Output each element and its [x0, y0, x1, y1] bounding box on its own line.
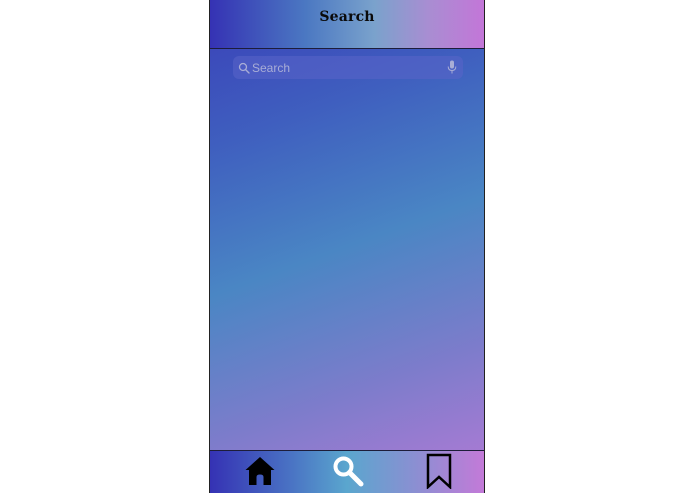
- tab-bookmark[interactable]: [419, 453, 459, 494]
- home-icon: [244, 455, 276, 492]
- search-input[interactable]: [252, 58, 438, 77]
- tab-bar: [210, 450, 484, 493]
- tab-home[interactable]: [240, 454, 280, 492]
- microphone-icon[interactable]: [447, 60, 457, 75]
- bookmark-icon: [424, 453, 454, 494]
- app-screen: Search: [209, 0, 485, 493]
- magnifier-icon: [238, 61, 250, 74]
- search-bar[interactable]: [233, 56, 463, 79]
- tab-search[interactable]: [328, 454, 368, 492]
- page-title: Search: [319, 9, 375, 25]
- navigation-header: Search: [210, 0, 484, 49]
- search-icon: [331, 454, 365, 493]
